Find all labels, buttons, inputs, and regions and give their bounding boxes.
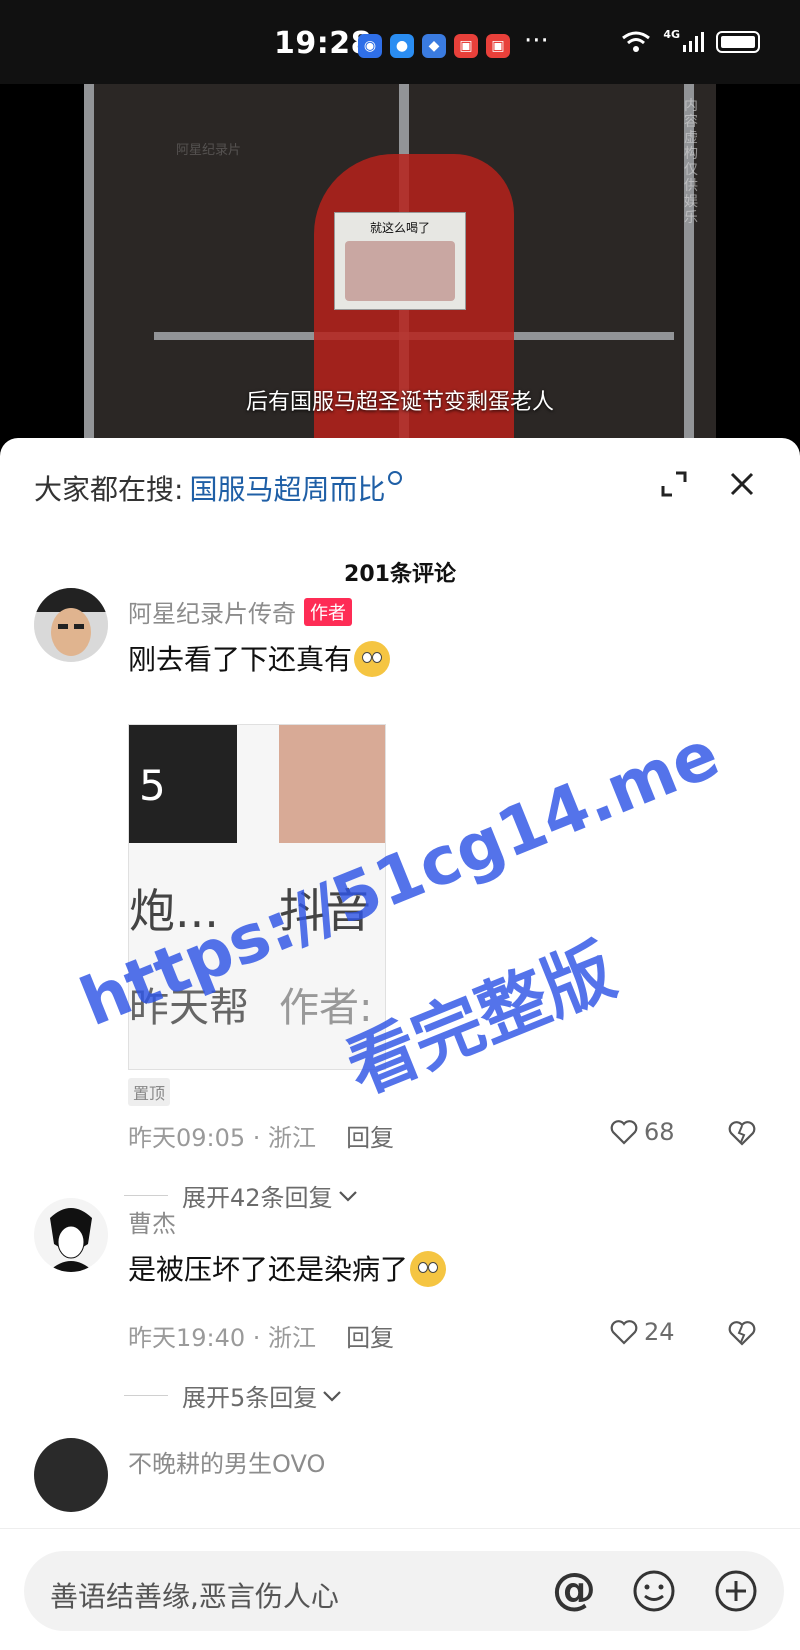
comment-meta: 昨天09:05 · 浙江 回复 — [128, 1118, 394, 1153]
comment-input-bar: 善语结善缘,恶言伤人心 @ — [0, 1528, 800, 1650]
plus-icon[interactable] — [714, 1569, 758, 1613]
battery-icon — [716, 31, 760, 53]
video-player[interactable]: 阿星纪录片 内容虚构 仅供娱乐 就这么喝了 后有国服马超圣诞节变剩蛋老人 — [84, 84, 716, 439]
comment-image-attachment[interactable]: 5 炮... 抖音 昨天帮 作者: — [128, 724, 386, 1070]
comment-body: 刚去看了下还真有 — [128, 643, 353, 676]
like-count: 24 — [644, 1318, 675, 1346]
close-icon[interactable] — [728, 470, 756, 498]
pinned-badge: 置顶 — [128, 1078, 171, 1106]
app-notification-icon: ◆ — [422, 34, 446, 58]
attachment-thumb: 5 — [129, 725, 237, 843]
message-notification-icon: ● — [390, 34, 414, 58]
video-watermark: 阿星纪录片 — [176, 143, 242, 158]
wifi-icon — [622, 31, 651, 52]
comment-text: 刚去看了下还真有 — [128, 638, 391, 678]
mention-icon[interactable]: @ — [552, 1565, 596, 1615]
attachment-text: 昨天帮 — [129, 985, 249, 1031]
video-subtitle: 后有国服马超圣诞节变剩蛋老人 — [245, 390, 554, 415]
divider — [124, 1395, 168, 1396]
dislike-icon[interactable] — [728, 1120, 756, 1146]
app-notification-icon: ◉ — [358, 34, 382, 58]
comment-username[interactable]: 不晚耕的男生OVO — [128, 1444, 325, 1479]
expand-replies-button[interactable]: 展开5条回复 — [124, 1378, 343, 1413]
video-disclaimer: 内容虚构 仅供娱乐 — [684, 98, 698, 226]
author-badge: 作者 — [304, 598, 352, 626]
comment-time-location: 昨天19:40 · 浙江 — [128, 1324, 317, 1352]
emoji-icon[interactable] — [632, 1569, 676, 1613]
like-count: 68 — [644, 1118, 675, 1146]
search-prefix: 大家都在搜: — [34, 473, 184, 506]
comment-username[interactable]: 曹杰 — [128, 1204, 176, 1239]
sticker-caption: 就这么喝了 — [369, 221, 430, 235]
reply-button[interactable]: 回复 — [346, 1124, 394, 1152]
chevron-down-icon — [338, 1190, 357, 1202]
more-notifications-icon: ··· — [524, 26, 549, 56]
attachment-text: 作者: — [279, 985, 373, 1031]
like-button[interactable]: 24 — [610, 1318, 675, 1346]
comment-body: 是被压坏了还是染病了 — [128, 1253, 409, 1286]
username-text: 阿星纪录片传奇 — [128, 600, 296, 628]
signal-icon — [683, 32, 704, 52]
dislike-icon[interactable] — [728, 1320, 756, 1346]
like-button[interactable]: 68 — [610, 1118, 675, 1146]
avatar[interactable] — [34, 588, 108, 662]
heart-icon — [610, 1120, 638, 1145]
attachment-number: 5 — [139, 761, 166, 810]
status-bar: 19:28 ◉ ● ◆ ▣ ▣ ··· 4G — [0, 0, 800, 84]
comment-time-location: 昨天09:05 · 浙江 — [128, 1124, 317, 1152]
comment-count: 201条评论 — [344, 562, 456, 587]
shop-notification-icon: ▣ — [454, 34, 478, 58]
pleading-face-emoji-icon — [354, 641, 391, 677]
flushed-face-emoji-icon — [410, 1251, 447, 1287]
shop-notification-icon: ▣ — [486, 34, 510, 58]
comment-text: 是被压坏了还是染病了 — [128, 1248, 447, 1288]
expand-icon[interactable] — [660, 470, 688, 498]
attachment-text: 炮... — [129, 884, 219, 938]
avatar[interactable] — [34, 1198, 108, 1272]
expand-replies-label: 展开42条回复 — [182, 1184, 333, 1212]
avatar[interactable] — [34, 1438, 108, 1512]
chevron-down-icon — [323, 1390, 342, 1402]
status-right: 4G — [621, 27, 760, 54]
network-type-label: 4G — [663, 27, 680, 41]
divider — [124, 1195, 168, 1196]
sticker-image — [345, 241, 455, 301]
comment-input[interactable]: 善语结善缘,恶言伤人心 @ — [24, 1551, 784, 1631]
notification-icons: ◉ ● ◆ ▣ ▣ — [358, 34, 510, 58]
reply-button[interactable]: 回复 — [346, 1324, 394, 1352]
heart-icon — [610, 1320, 638, 1345]
trending-search[interactable]: 大家都在搜: 国服马超周而比 — [34, 468, 403, 508]
comment-sheet: 大家都在搜: 国服马超周而比 201条评论 阿星纪录片传奇 作者 刚去看了下还真有 — [0, 438, 800, 1649]
comment-meta: 昨天19:40 · 浙江 回复 — [128, 1318, 394, 1353]
search-icon — [388, 471, 403, 485]
attachment-thumb — [279, 725, 385, 843]
expand-replies-label: 展开5条回复 — [182, 1384, 318, 1412]
video-sticker: 就这么喝了 — [334, 212, 466, 310]
comment-username[interactable]: 阿星纪录片传奇 作者 — [128, 594, 352, 629]
input-placeholder: 善语结善缘,恶言伤人心 — [50, 1580, 339, 1613]
attachment-text: 抖音 — [279, 884, 371, 938]
search-term-link[interactable]: 国服马超周而比 — [189, 473, 385, 506]
